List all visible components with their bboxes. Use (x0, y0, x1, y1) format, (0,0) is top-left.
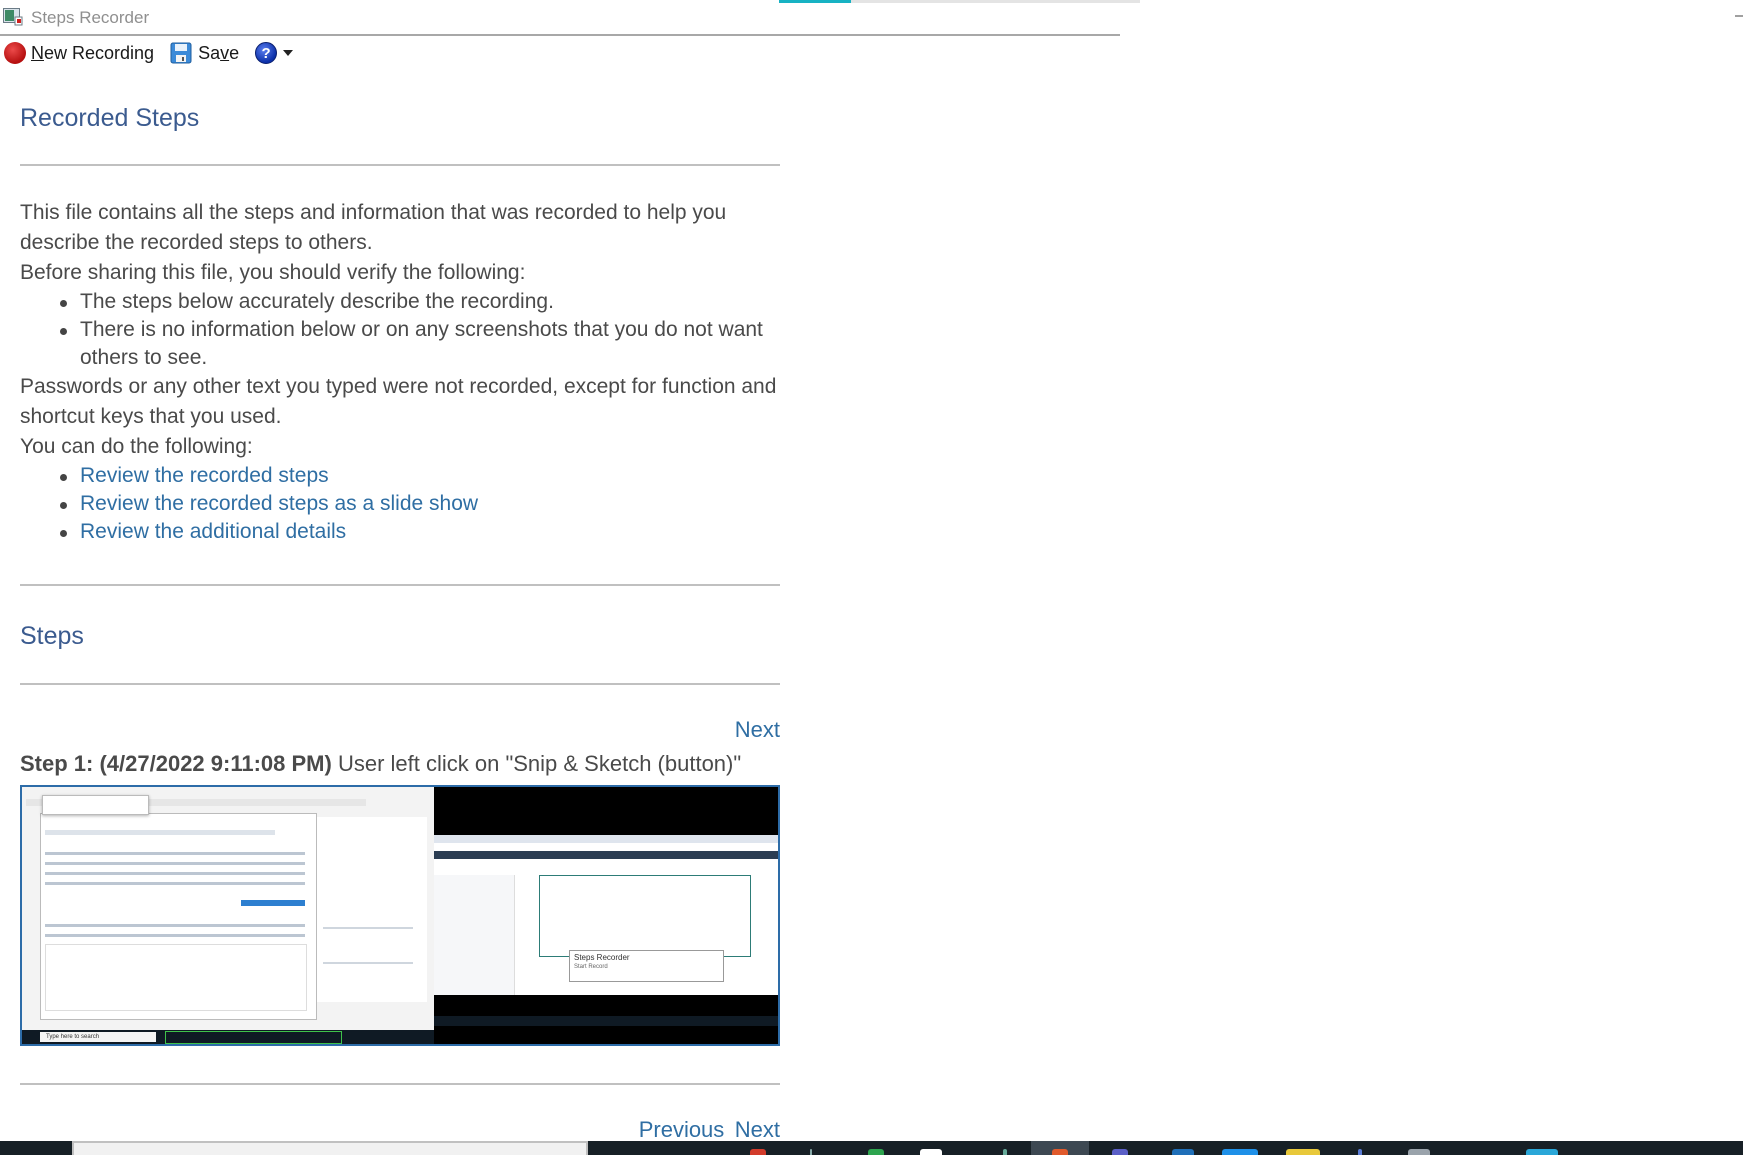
step-1-label: Step 1: (4/27/2022 9:11:08 PM) (20, 751, 332, 776)
new-recording-button[interactable]: New Recording (0, 42, 154, 64)
taskbar-app-icon[interactable] (1222, 1149, 1258, 1155)
divider (20, 683, 780, 685)
screenshot-row (45, 852, 305, 855)
screenshot-row (434, 851, 778, 859)
screenshot-highlight-box (165, 1031, 342, 1044)
verify-item: There is no information below or on any … (60, 316, 780, 372)
toolbar: New Recording Save ? (0, 38, 294, 68)
step-1-title: Step 1: (4/27/2022 9:11:08 PM) User left… (20, 751, 741, 777)
divider (20, 1083, 780, 1085)
taskbar-app-icon[interactable] (1112, 1149, 1128, 1155)
new-recording-mnemonic: N (31, 42, 44, 63)
steps-recorder-app-icon (3, 8, 23, 26)
screenshot-taskbar: Type here to search (22, 1030, 434, 1044)
intro-paragraph-2: Before sharing this file, you should ver… (20, 261, 526, 284)
step-1-description: User left click on "Snip & Sketch (butto… (337, 751, 742, 776)
chevron-down-icon (283, 50, 294, 56)
taskbar-app-icon[interactable] (1408, 1149, 1430, 1155)
save-mnemonic: v (220, 42, 230, 63)
screenshot-side-panel (317, 817, 427, 1002)
screenshot-row (45, 924, 305, 927)
screenshot-right-monitor: Steps Recorder Start Record (434, 787, 778, 1044)
screenshot-taskbar-search: Type here to search (40, 1032, 156, 1042)
taskbar-app-icon[interactable] (1172, 1149, 1194, 1155)
action-link-item: Review the recorded steps as a slide sho… (60, 490, 780, 518)
taskbar-search-box[interactable] (72, 1141, 588, 1155)
screenshot-row (323, 962, 413, 964)
screenshot-sidebar (434, 875, 515, 995)
action-link-item: Review the recorded steps (60, 462, 780, 490)
screenshot-row (45, 872, 305, 875)
action-links-list: Review the recorded steps Review the rec… (20, 462, 780, 546)
window-title: Steps Recorder (31, 8, 150, 27)
action-link-item: Review the additional details (60, 518, 780, 546)
screenshot-editor-box (539, 875, 751, 957)
taskbar-app-icon[interactable] (810, 1149, 812, 1155)
verify-list: The steps below accurately describe the … (20, 288, 780, 372)
verify-item: The steps below accurately describe the … (60, 288, 780, 316)
save-label-pre: Sa (198, 42, 221, 63)
review-details-link[interactable]: Review the additional details (80, 520, 346, 543)
screenshot-embedded-button: Start Record (574, 964, 608, 970)
review-slideshow-link[interactable]: Review the recorded steps as a slide sho… (80, 492, 478, 515)
previous-link[interactable]: Previous (639, 1117, 725, 1142)
windows-taskbar (0, 1141, 1743, 1155)
screenshot-row (434, 835, 778, 843)
screenshot-row (45, 862, 305, 865)
taskbar-app-icon[interactable] (1286, 1149, 1320, 1155)
taskbar-app-icon[interactable] (1003, 1149, 1007, 1155)
taskbar-app-icon[interactable] (920, 1149, 942, 1155)
help-icon: ? (255, 42, 278, 64)
step-nav-top: Next (735, 717, 780, 743)
steps-heading: Steps (20, 622, 84, 650)
intro-paragraph-1: This file contains all the steps and inf… (20, 201, 727, 254)
save-button[interactable]: Save (170, 42, 239, 64)
screenshot-right-taskbar (434, 1016, 778, 1026)
step-1-screenshot[interactable]: Type here to search Steps Recorder Start… (20, 785, 780, 1046)
taskbar-app-icon[interactable] (1358, 1149, 1362, 1155)
screenshot-row (45, 882, 305, 885)
save-label-post: e (229, 42, 240, 63)
taskbar-app-icon[interactable] (1052, 1149, 1068, 1155)
screenshot-row (45, 830, 275, 835)
screenshot-app-window (40, 813, 317, 1020)
screenshot-notes-area (45, 944, 307, 1011)
window-edge-marker (1735, 15, 1743, 17)
next-link[interactable]: Next (735, 1117, 780, 1142)
recorded-steps-heading: Recorded Steps (20, 104, 200, 132)
screenshot-embedded-steps-recorder: Steps Recorder Start Record (569, 950, 724, 982)
screenshot-row (323, 927, 413, 929)
intro-paragraph-3: Passwords or any other text you typed we… (20, 375, 777, 428)
record-icon (4, 42, 26, 64)
review-steps-link[interactable]: Review the recorded steps (80, 464, 329, 487)
screenshot-browser-window: Steps Recorder Start Record (434, 835, 778, 995)
screenshot-left-monitor: Type here to search (22, 787, 434, 1044)
divider (20, 164, 780, 166)
title-bar: Steps Recorder (0, 0, 1120, 36)
screenshot-button (241, 900, 305, 906)
taskbar-app-icon[interactable] (750, 1149, 766, 1155)
next-link[interactable]: Next (735, 717, 780, 742)
screenshot-steps-recorder-mini (42, 795, 149, 815)
divider (20, 584, 780, 586)
new-recording-label: ew Recording (44, 42, 155, 63)
screenshot-embedded-title: Steps Recorder (574, 953, 630, 962)
intro-section: This file contains all the steps and inf… (20, 198, 780, 546)
intro-paragraph-4: You can do the following: (20, 435, 253, 458)
help-dropdown-button[interactable]: ? (255, 42, 294, 64)
screenshot-row (45, 934, 305, 937)
step-nav-bottom: Previous Next (639, 1117, 780, 1143)
taskbar-app-icon[interactable] (1526, 1149, 1558, 1155)
taskbar-app-icon[interactable] (868, 1149, 884, 1155)
save-floppy-icon (170, 42, 192, 64)
